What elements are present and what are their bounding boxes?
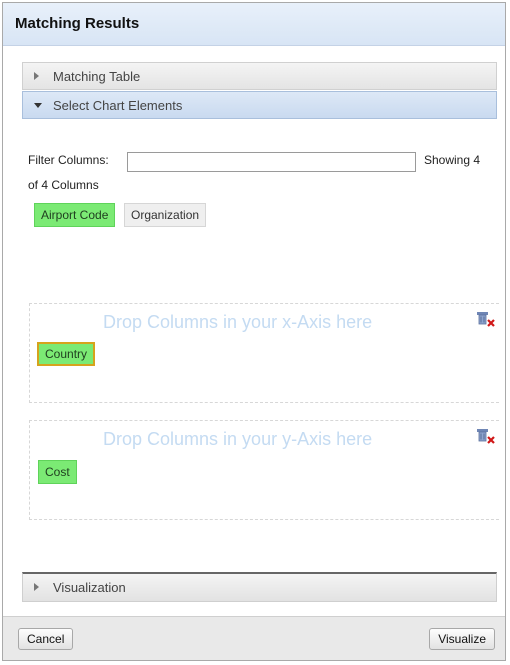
remove-column-icon[interactable] <box>475 309 497 329</box>
section-matching-table[interactable]: Matching Table <box>22 62 497 90</box>
cancel-button[interactable]: Cancel <box>18 628 74 650</box>
column-chip-organization[interactable]: Organization <box>124 203 207 227</box>
section-matching-table-label: Matching Table <box>53 69 141 84</box>
filter-columns-input[interactable] <box>127 152 416 172</box>
triangle-down-icon <box>34 103 42 108</box>
dialog-footer: Cancel Visualize <box>3 616 505 660</box>
section-visualization-label: Visualization <box>53 580 126 595</box>
visualize-button[interactable]: Visualize <box>429 628 495 650</box>
triangle-right-icon <box>34 583 39 591</box>
y-axis-drop-hint: Drop Columns in your y-Axis here <box>103 429 373 449</box>
showing-count-text-line2: of 4 Columns <box>28 178 99 192</box>
y-axis-drop-zone[interactable]: Drop Columns in your y-Axis here Cost <box>29 420 499 520</box>
column-chip-airport-code[interactable]: Airport Code <box>34 203 116 227</box>
x-axis-drop-hint: Drop Columns in your x-Axis here <box>103 312 373 332</box>
section-visualization[interactable]: Visualization <box>22 572 497 602</box>
showing-count-text-line1: Showing 4 <box>424 153 481 167</box>
section-select-chart-elements-label: Select Chart Elements <box>53 98 183 113</box>
x-axis-drop-zone[interactable]: Drop Columns in your x-Axis here Country <box>29 303 499 403</box>
matching-results-dialog: Matching Results Matching Table Select C… <box>2 2 506 661</box>
remove-column-icon[interactable] <box>475 426 497 446</box>
dialog-title: Matching Results <box>15 15 140 32</box>
triangle-right-icon <box>34 72 39 80</box>
x-axis-column-country[interactable]: Country <box>37 342 96 366</box>
section-select-chart-elements[interactable]: Select Chart Elements <box>22 91 497 119</box>
filter-columns-label: Filter Columns: <box>28 153 109 167</box>
dialog-titlebar: Matching Results <box>3 3 505 46</box>
y-axis-column-cost[interactable]: Cost <box>38 460 77 484</box>
